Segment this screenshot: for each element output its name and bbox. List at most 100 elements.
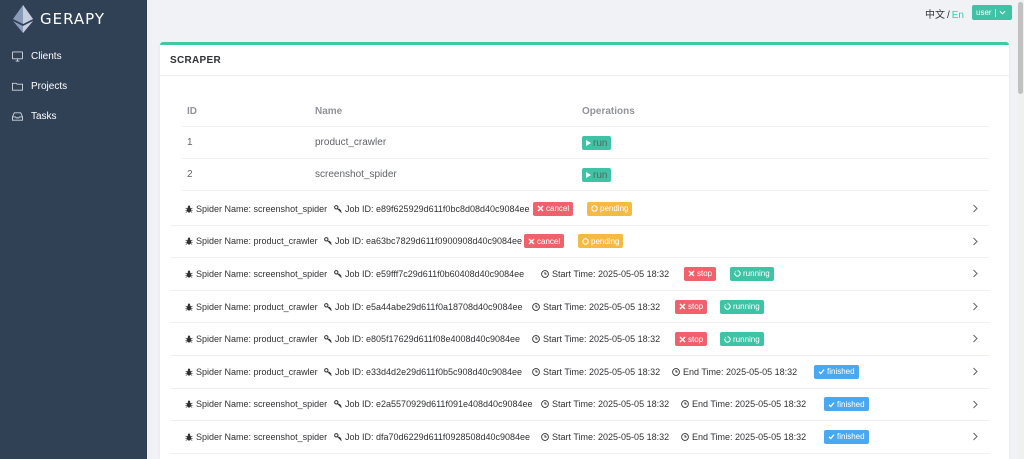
spider-name-value: product_crawler [253,334,318,345]
page-scrollbar[interactable] [1017,0,1024,459]
check-icon [828,402,835,408]
start-time-value: 2025-05-05 18:32 [589,301,661,312]
scrollbar-thumb[interactable] [1018,2,1023,94]
spider-name-value: screenshot_spider [253,399,328,410]
jobs-list: Spider Name: screenshot_spider Job ID: e… [171,193,989,454]
chevron-right-icon[interactable] [971,237,979,246]
stop-button[interactable]: stop [675,332,708,347]
start-time-label: Start Time: [543,301,587,312]
job-start-time: Start Time: 2025-05-05 18:32 [541,399,669,409]
spider-name-value: screenshot_spider [253,268,328,279]
spider-name-value: product_crawler [253,301,318,312]
lang-separator: / [946,10,950,21]
action-label: stop [688,302,704,312]
job-id: Job ID: e59fff7c29d611f0b60408d40c9084ee [334,269,524,279]
key-icon [334,400,342,409]
header-id: ID [187,106,197,117]
sidebar-item-projects[interactable]: Projects [0,71,147,101]
job-id-value: e5a44abe29d611f0a18708d40c9084ee [366,301,523,312]
job-id-label: Job ID: [345,399,374,410]
language-switch: 中文 / En [925,6,964,21]
chevron-right-icon[interactable] [971,432,979,441]
job-end-time: End Time: 2025-05-05 18:32 [681,432,806,442]
action-label: cancel [546,204,570,214]
lang-en-link[interactable]: En [952,10,964,21]
chevron-right-icon[interactable] [971,334,979,343]
job-row[interactable]: Spider Name: product_crawler Job ID: ea6… [171,226,989,259]
bug-icon [185,270,193,278]
job-id-value: ea63bc7829d611f0900908d40c9084ee [366,236,523,247]
clock-icon [541,433,549,441]
spinner-icon [724,335,731,343]
end-time-label: End Time: [692,431,733,442]
clock-icon [541,400,549,409]
job-row[interactable]: Spider Name: screenshot_spider Job ID: e… [171,258,989,291]
spider-name-label: Spider Name: [196,236,252,247]
run-label: run [593,137,608,149]
spider-name-value: screenshot_spider [253,203,328,214]
job-row[interactable]: Spider Name: product_crawler Job ID: e5a… [171,291,989,324]
spider-name-label: Spider Name: [196,399,252,410]
job-id: Job ID: e5a44abe29d611f0a18708d40c9084ee [324,302,523,312]
end-time-value: 2025-05-05 18:32 [726,366,798,377]
spider-name-value: product_crawler [253,236,318,247]
clock-icon [541,270,549,278]
job-start-time: Start Time: 2025-05-05 18:32 [532,302,660,312]
start-time-value: 2025-05-05 18:32 [589,334,661,345]
spider-name-label: Spider Name: [196,268,252,279]
chevron-right-icon[interactable] [971,204,979,213]
start-time-value: 2025-05-05 18:32 [589,366,661,377]
brand[interactable]: GERAPY [0,0,147,37]
job-id-label: Job ID: [335,236,364,247]
cancel-button[interactable]: cancel [533,201,574,216]
bug-icon [185,368,193,376]
job-row[interactable]: Spider Name: product_crawler Job ID: e80… [171,323,989,356]
job-spider-name: Spider Name: screenshot_spider [185,399,327,409]
table-row: 2 screenshot_spider run [182,159,989,191]
job-row[interactable]: Spider Name: screenshot_spider Job ID: d… [171,421,989,454]
chevron-right-icon[interactable] [971,269,979,278]
chevron-right-icon[interactable] [971,400,979,409]
job-start-time: Start Time: 2025-05-05 18:32 [532,334,660,344]
job-row[interactable]: Spider Name: screenshot_spider Job ID: e… [171,389,989,422]
chevron-right-icon[interactable] [971,302,979,311]
clock-icon [532,367,540,376]
chevron-right-icon[interactable] [971,367,979,376]
status-label: running [733,334,760,344]
stop-button[interactable]: stop [675,299,708,314]
start-time-value: 2025-05-05 18:32 [598,399,670,410]
sidebar-item-label: Projects [31,80,68,92]
spider-name-value: screenshot_spider [253,431,328,442]
job-id: Job ID: e2a5570929d611f091e408d40c9084ee [334,399,533,409]
cancel-button[interactable]: cancel [524,234,565,249]
status-label: running [743,269,770,279]
job-id-value: e89f625929d611f0bc8d08d40c9084ee [376,203,530,214]
job-id-value: e2a5570929d611f091e408d40c9084ee [376,399,533,410]
bug-icon [185,400,193,409]
sidebar-item-clients[interactable]: Clients [0,41,147,71]
status-label: finished [837,399,865,409]
job-spider-name: Spider Name: product_crawler [185,334,318,344]
lang-zh-link[interactable]: 中文 [925,10,945,21]
header-name: Name [315,106,343,117]
job-row[interactable]: Spider Name: product_crawler Job ID: e33… [171,356,989,389]
run-button[interactable]: run [582,168,612,182]
check-icon [828,434,835,440]
action-label: stop [688,334,704,344]
status-badge: running [720,299,764,314]
check-icon [818,369,825,375]
run-button[interactable]: run [582,136,612,150]
user-dropdown-button[interactable]: user [972,5,1012,20]
start-time-value: 2025-05-05 18:32 [598,268,670,279]
stop-button[interactable]: stop [684,266,717,281]
bug-icon [185,237,193,246]
scraper-card: SCRAPER ID Name Operations 1 product_cra… [160,42,1009,459]
table-row: 1 product_crawler run [182,127,989,159]
sidebar-item-tasks[interactable]: Tasks [0,101,147,131]
close-icon [679,336,686,343]
spider-id: 2 [187,169,193,180]
job-row[interactable]: Spider Name: screenshot_spider Job ID: e… [171,193,989,226]
card-header: SCRAPER [160,45,1009,76]
job-id-label: Job ID: [345,268,374,279]
play-icon [586,140,591,146]
